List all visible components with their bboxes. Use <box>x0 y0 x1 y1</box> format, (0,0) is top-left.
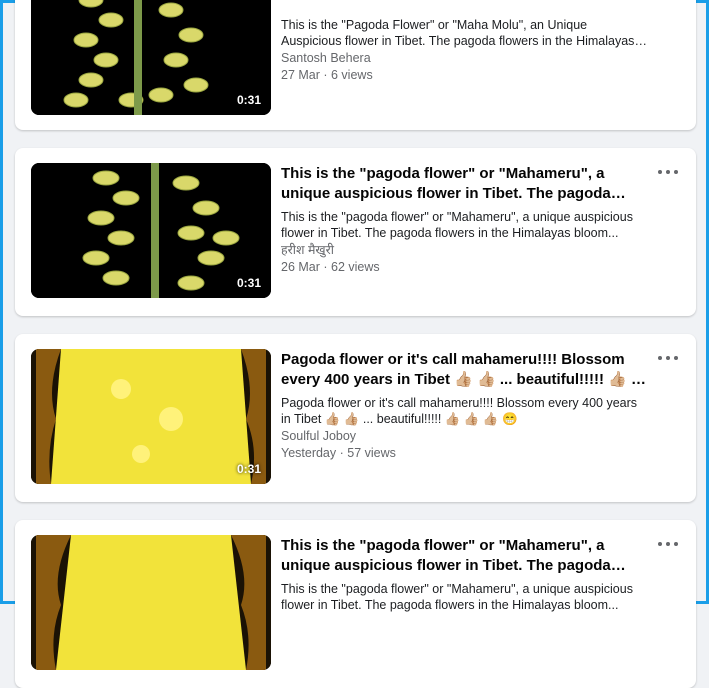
video-meta: 26 Mar · 62 views <box>281 260 380 274</box>
video-title[interactable]: This is the "pagoda flower" or "Mahameru… <box>281 536 650 576</box>
video-card[interactable]: 0:31 This is the "pagoda flower" or "Mah… <box>15 148 696 316</box>
flower-thumbnail-image <box>31 0 271 115</box>
video-card[interactable]: 0:31 This is the "Pagoda Flower" or "Mah… <box>15 0 696 130</box>
more-options-icon[interactable] <box>656 534 680 554</box>
video-card[interactable]: 0:31 Pagoda flower or it's call mahameru… <box>15 334 696 502</box>
video-card[interactable]: This is the "pagoda flower" or "Mahameru… <box>15 520 696 688</box>
video-description: This is the "pagoda flower" or "Mahameru… <box>281 210 633 240</box>
video-duration: 0:31 <box>236 93 261 107</box>
video-title[interactable]: This is the "pagoda flower" or "Mahameru… <box>281 164 650 204</box>
video-meta: 27 Mar · 6 views <box>281 68 373 82</box>
video-thumbnail[interactable]: 0:31 <box>31 349 271 484</box>
flower-thumbnail-image <box>31 349 271 484</box>
video-duration: 0:31 <box>236 276 261 290</box>
video-duration: 0:31 <box>236 462 261 476</box>
video-author[interactable]: हरीश मैखुरी <box>281 242 650 259</box>
video-thumbnail[interactable]: 0:31 <box>31 0 271 115</box>
more-options-icon[interactable] <box>656 348 680 368</box>
flower-thumbnail-image <box>31 535 271 670</box>
video-description: This is the "pagoda flower" or "Mahameru… <box>281 582 633 612</box>
video-title[interactable]: Pagoda flower or it's call mahameru!!!! … <box>281 350 650 390</box>
video-description: This is the "Pagoda Flower" or "Maha Mol… <box>281 18 635 48</box>
more-options-icon[interactable] <box>656 162 680 182</box>
video-thumbnail[interactable]: 0:31 <box>31 163 271 298</box>
video-author[interactable]: Soulful Joboy <box>281 428 650 445</box>
video-author[interactable]: Santosh Behera <box>281 50 650 67</box>
flower-thumbnail-image <box>31 163 271 298</box>
video-thumbnail[interactable] <box>31 535 271 670</box>
video-meta: Yesterday · 57 views <box>281 446 396 460</box>
video-description: Pagoda flower or it's call mahameru!!!! … <box>281 396 638 426</box>
